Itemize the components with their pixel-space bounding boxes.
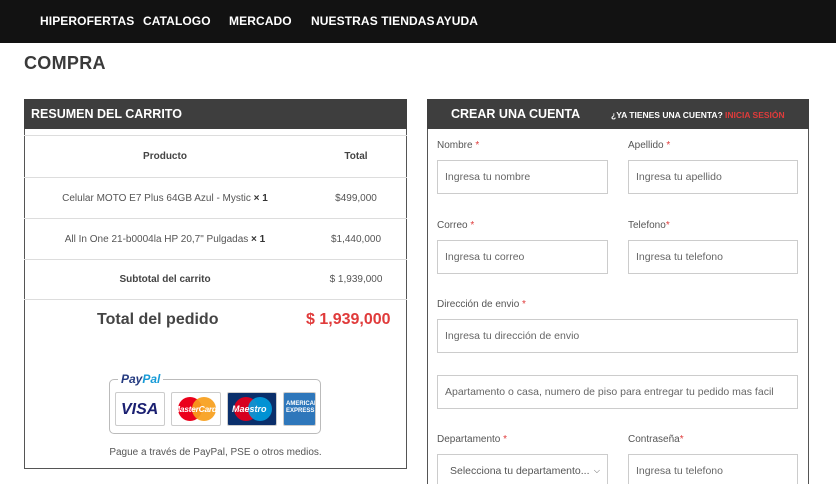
cart-item-total: $499,000 bbox=[335, 193, 377, 204]
visa-card-icon: VISA bbox=[115, 392, 165, 426]
column-header-total: Total bbox=[344, 151, 368, 162]
contrasena-label: Contraseña* bbox=[628, 434, 684, 445]
direccion-label: Dirección de envio * bbox=[437, 299, 526, 310]
apartamento-input[interactable] bbox=[437, 375, 798, 409]
required-mark: * bbox=[503, 434, 508, 445]
amex-icon: AMERICAN EXPRESS bbox=[283, 392, 316, 426]
cart-item-qty: × 1 bbox=[251, 234, 266, 245]
payment-info-text: Pague a través de PayPal, PSE o otros me… bbox=[109, 447, 322, 458]
create-account-title: CREAR UNA CUENTA bbox=[451, 107, 581, 121]
column-header-product: Producto bbox=[143, 151, 187, 162]
required-mark: * bbox=[665, 220, 670, 231]
have-account-question: ¿YA TIENES UNA CUENTA? bbox=[611, 110, 723, 120]
subtotal-value: $ 1,939,000 bbox=[329, 274, 383, 285]
telefono-input[interactable] bbox=[628, 240, 798, 274]
nav-item-hiperofertas[interactable]: HIPEROFERTAS bbox=[40, 14, 134, 28]
required-mark: * bbox=[475, 140, 480, 151]
nombre-input[interactable] bbox=[437, 160, 608, 194]
nav-item-mercado[interactable]: MERCADO bbox=[229, 14, 292, 28]
departamento-label: Departamento * bbox=[437, 434, 508, 445]
table-row: Celular MOTO E7 Plus 64GB Azul - Mystic … bbox=[24, 178, 407, 219]
create-account-panel bbox=[427, 99, 809, 484]
top-nav: HIPEROFERTAS CATALOGO MERCADO NUESTRAS T… bbox=[0, 0, 836, 43]
nav-item-catalogo[interactable]: CATALOGO bbox=[143, 14, 211, 28]
cart-item-name: All In One 21-b0004la HP 20,7" Pulgadas … bbox=[64, 234, 266, 245]
required-mark: * bbox=[679, 434, 684, 445]
login-link[interactable]: INICIA SESIÓN bbox=[725, 110, 785, 120]
telefono-label: Telefono* bbox=[628, 220, 670, 231]
required-mark: * bbox=[522, 299, 526, 310]
table-row: All In One 21-b0004la HP 20,7" Pulgadas … bbox=[24, 219, 407, 260]
cart-item-total: $1,440,000 bbox=[330, 234, 382, 245]
paypal-logo: PayPal bbox=[118, 372, 164, 386]
required-mark: * bbox=[470, 220, 475, 231]
paypal-logo-pal: Pal bbox=[142, 372, 161, 386]
mastercard-icon: MasterCard bbox=[171, 392, 221, 426]
order-total-label: Total del pedido bbox=[97, 311, 219, 328]
subtotal-label: Subtotal del carrito bbox=[119, 274, 211, 285]
maestro-icon: Maestro bbox=[227, 392, 277, 426]
correo-input[interactable] bbox=[437, 240, 608, 274]
cart-item-name: Celular MOTO E7 Plus 64GB Azul - Mystic … bbox=[62, 193, 268, 204]
subtotal-row: Subtotal del carrito $ 1,939,000 bbox=[24, 260, 407, 300]
correo-label: Correo * bbox=[437, 220, 475, 231]
nav-item-nuestras-tiendas[interactable]: NUESTRAS TIENDAS bbox=[311, 14, 435, 28]
order-total-value: $ 1,939,000 bbox=[306, 311, 391, 328]
apellido-input[interactable] bbox=[628, 160, 798, 194]
paypal-logo-pay: Pay bbox=[121, 372, 143, 386]
departamento-select[interactable]: Selecciona tu departamento... ⌵ bbox=[437, 454, 608, 484]
cart-table-header-row: Producto Total bbox=[24, 136, 407, 178]
contrasena-input[interactable] bbox=[628, 454, 798, 484]
chevron-down-icon: ⌵ bbox=[593, 466, 600, 475]
page-title: COMPRA bbox=[24, 53, 106, 73]
apellido-label: Apellido * bbox=[628, 140, 671, 151]
cart-table: Producto Total Celular MOTO E7 Plus 64GB… bbox=[24, 135, 407, 300]
cart-item-qty: × 1 bbox=[253, 193, 268, 204]
nav-item-ayuda[interactable]: AYUDA bbox=[436, 14, 478, 28]
nombre-label: Nombre * bbox=[437, 140, 480, 151]
cart-summary-header: RESUMEN DEL CARRITO bbox=[24, 99, 407, 129]
departamento-selected-value: Selecciona tu departamento... bbox=[450, 465, 590, 477]
direccion-input[interactable] bbox=[437, 319, 798, 353]
required-mark: * bbox=[666, 140, 671, 151]
